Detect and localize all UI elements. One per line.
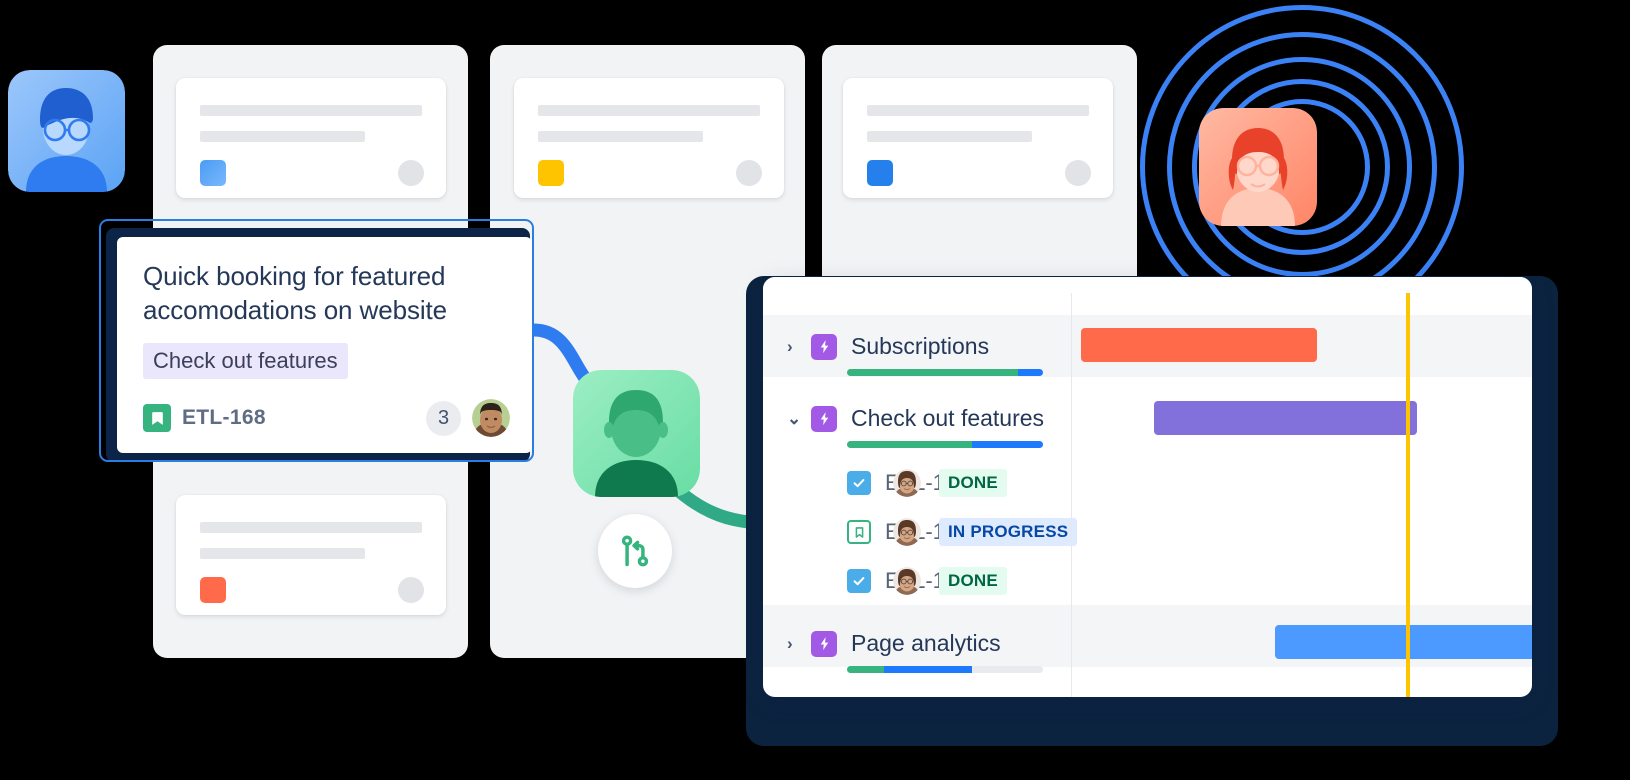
- timeline-panel: › Subscriptions ⌄ Check out features ETL…: [763, 277, 1532, 697]
- story-bookmark-icon: [143, 404, 171, 432]
- progress-segment-blue: [884, 666, 973, 673]
- placeholder-line: [200, 548, 365, 559]
- avatar-placeholder: [736, 160, 762, 186]
- avatar-placeholder: [398, 160, 424, 186]
- assignee-avatar[interactable]: [472, 399, 510, 437]
- timeline-progress-page-analytics: [847, 666, 1043, 673]
- issue-key[interactable]: ETL-168: [182, 406, 266, 430]
- placeholder-line: [538, 131, 703, 142]
- timeline-column-divider: [1071, 293, 1072, 697]
- blue-swatch: [867, 160, 893, 186]
- yellow-swatch: [538, 160, 564, 186]
- epic-lightning-icon: [811, 333, 837, 360]
- issue-card-footer: ETL-168 3: [143, 399, 510, 437]
- avatar-placeholder: [398, 577, 424, 603]
- progress-segment-blue: [1017, 369, 1043, 376]
- assignee-avatar[interactable]: [893, 518, 921, 546]
- timeline-panel-body: › Subscriptions ⌄ Check out features ETL…: [763, 293, 1532, 697]
- timeline-epic-name: Page analytics: [851, 630, 1001, 656]
- status-badge: DONE: [939, 469, 1007, 497]
- timeline-status-etl-160: DONE: [893, 469, 1007, 497]
- placeholder-card-4[interactable]: [176, 495, 446, 615]
- status-badge: DONE: [939, 567, 1007, 595]
- placeholder-line: [200, 522, 422, 533]
- placeholder-line: [538, 105, 760, 116]
- avatar-green-person: [573, 370, 700, 497]
- gantt-bar-page-analytics[interactable]: [1275, 625, 1532, 659]
- progress-segment-blue: [972, 441, 1043, 448]
- progress-segment-green: [847, 666, 885, 673]
- blue-swatch: [200, 160, 226, 186]
- epic-lightning-icon: [811, 630, 837, 657]
- timeline-epic-name: Subscriptions: [851, 333, 990, 359]
- issue-epic-label[interactable]: Check out features: [143, 343, 348, 379]
- story-bookmark-icon: [847, 520, 871, 544]
- progress-segment-green: [847, 369, 1018, 376]
- placeholder-card-2[interactable]: [514, 78, 784, 198]
- orange-swatch: [200, 577, 226, 603]
- chevron-right-icon[interactable]: ›: [787, 338, 803, 355]
- git-branch-icon[interactable]: [598, 514, 672, 588]
- issue-title: Quick booking for featured accomodations…: [143, 261, 448, 325]
- avatar-blue-man-glasses: [8, 70, 125, 192]
- issue-card[interactable]: Quick booking for featured accomodations…: [117, 237, 532, 453]
- task-check-icon: [847, 471, 871, 495]
- progress-segment-green: [847, 441, 973, 448]
- placeholder-line: [867, 131, 1032, 142]
- timeline-epic-subscriptions[interactable]: › Subscriptions: [787, 333, 989, 360]
- chevron-right-icon[interactable]: ›: [787, 635, 803, 652]
- timeline-panel-header: [763, 277, 1532, 293]
- task-check-icon: [847, 569, 871, 593]
- placeholder-line: [867, 105, 1089, 116]
- avatar-red-woman-glasses: [1199, 108, 1317, 226]
- timeline-progress-check-out-features: [847, 441, 1043, 448]
- timeline-epic-name: Check out features: [851, 405, 1045, 431]
- comment-count-badge: 3: [426, 400, 461, 436]
- avatar-placeholder: [1065, 160, 1091, 186]
- placeholder-line: [200, 105, 422, 116]
- gantt-bar-subscriptions[interactable]: [1081, 328, 1317, 362]
- placeholder-card-1[interactable]: [176, 78, 446, 198]
- placeholder-line: [200, 131, 365, 142]
- timeline-progress-subscriptions: [847, 369, 1043, 376]
- illustration-stage: Quick booking for featured accomodations…: [0, 0, 1630, 780]
- gantt-bar-check-out-features[interactable]: [1154, 401, 1417, 435]
- timeline-status-etl-168: IN PROGRESS: [893, 518, 1078, 546]
- chevron-down-icon[interactable]: ⌄: [787, 410, 803, 427]
- assignee-avatar[interactable]: [893, 567, 921, 595]
- timeline-epic-page-analytics[interactable]: › Page analytics: [787, 630, 1001, 657]
- assignee-avatar[interactable]: [893, 469, 921, 497]
- placeholder-card-3[interactable]: [843, 78, 1113, 198]
- epic-lightning-icon: [811, 405, 837, 432]
- timeline-epic-check-out-features[interactable]: ⌄ Check out features: [787, 405, 1044, 432]
- today-marker-line: [1406, 293, 1410, 697]
- status-badge: IN PROGRESS: [939, 518, 1078, 546]
- timeline-status-etl-174: DONE: [893, 567, 1007, 595]
